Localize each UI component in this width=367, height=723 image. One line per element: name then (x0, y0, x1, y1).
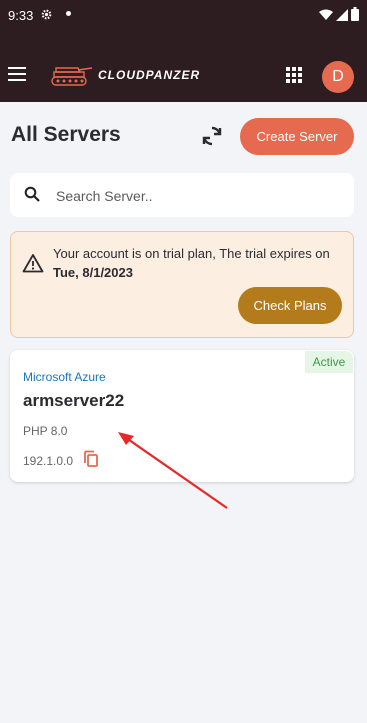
tank-icon (51, 67, 93, 86)
battery-icon (351, 7, 359, 26)
status-bar: 9:33 (0, 0, 367, 30)
status-badge: Active (305, 351, 353, 373)
server-name: armserver22 (23, 391, 125, 410)
refresh-icon[interactable] (200, 124, 224, 153)
server-ip: 192.1.0.0 (23, 454, 74, 468)
page-title: All Servers (11, 123, 121, 146)
wifi-icon (319, 8, 333, 26)
warning-icon (22, 253, 44, 278)
annotation-arrow (118, 432, 228, 509)
avatar[interactable]: D (322, 61, 354, 93)
status-time: 9:33 (8, 8, 34, 23)
menu-icon[interactable] (8, 67, 26, 85)
copy-icon[interactable] (83, 450, 99, 473)
trial-message-text: Your account is on trial plan, The trial… (53, 246, 330, 261)
search-icon (24, 186, 40, 207)
check-plans-button[interactable]: Check Plans (238, 287, 342, 324)
notification-dot-icon (66, 11, 71, 16)
cloudpanzer-logo: CLOUDPANZER (50, 62, 200, 88)
search-bar (10, 173, 354, 217)
signal-icon (336, 8, 348, 26)
apps-grid-icon[interactable] (286, 67, 302, 88)
trial-expiry-date: Tue, 8/1/2023 (53, 265, 133, 280)
status-indicators (319, 7, 359, 26)
server-provider: Microsoft Azure (23, 370, 106, 384)
app-header: CLOUDPANZER D (0, 30, 367, 102)
search-input[interactable] (54, 185, 338, 207)
logo-text: CLOUDPANZER (98, 68, 201, 82)
trial-notice: Your account is on trial plan, The trial… (10, 231, 354, 338)
server-php-version: PHP 8.0 (23, 424, 68, 438)
trial-message: Your account is on trial plan, The trial… (53, 244, 345, 282)
settings-gear-icon (40, 8, 53, 26)
create-server-button[interactable]: Create Server (240, 118, 354, 155)
